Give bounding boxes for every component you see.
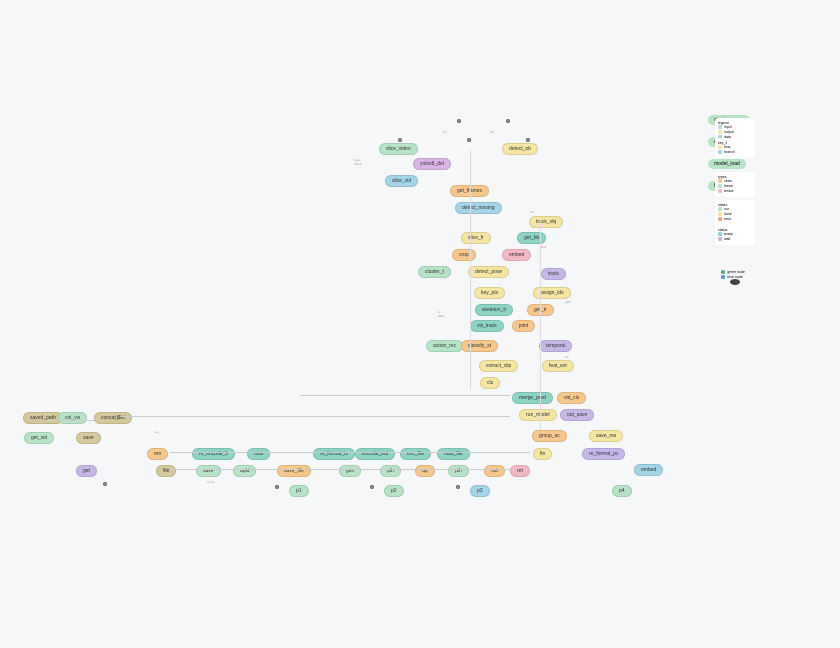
- node[interactable]: slice_video: [379, 143, 418, 155]
- node[interactable]: file: [156, 465, 176, 477]
- node[interactable]: group_ac: [532, 430, 567, 442]
- port-dot: [457, 119, 461, 123]
- node[interactable]: p3: [470, 485, 490, 497]
- node[interactable]: embed: [634, 464, 663, 476]
- node[interactable]: mux: [247, 448, 270, 460]
- node[interactable]: action_rec: [426, 340, 463, 352]
- node[interactable]: concat_vid: [94, 412, 132, 424]
- node[interactable]: pth: [380, 465, 401, 477]
- node[interactable]: col_vis: [58, 412, 87, 424]
- node[interactable]: yolov8_det: [413, 158, 451, 170]
- node[interactable]: ren: [147, 448, 168, 460]
- node[interactable]: slice_fr: [461, 232, 491, 244]
- node[interactable]: fin: [533, 448, 552, 460]
- node[interactable]: encode_out: [355, 448, 395, 460]
- node[interactable]: key_pts: [474, 287, 505, 299]
- node[interactable]: save: [196, 465, 221, 477]
- key-box: types video frame tensor: [715, 172, 755, 197]
- diagram-canvas[interactable]: slice_video yolov8_det slice_vid detect_…: [0, 0, 840, 648]
- port-dot: [103, 482, 107, 486]
- key-box: key_2 flow branch: [715, 138, 755, 158]
- node[interactable]: re_encode_fr: [192, 448, 235, 460]
- node[interactable]: skeleton_tr: [475, 304, 513, 316]
- node[interactable]: detect_moving: [455, 202, 502, 214]
- node[interactable]: vid_cls: [557, 392, 586, 404]
- node[interactable]: joint: [512, 320, 535, 332]
- node[interactable]: up: [415, 465, 435, 477]
- node[interactable]: ret: [510, 465, 530, 477]
- node[interactable]: classify_st: [461, 340, 498, 352]
- node[interactable]: save: [76, 432, 101, 444]
- node[interactable]: cluster_t: [418, 266, 451, 278]
- port-dot: [370, 485, 374, 489]
- color-key: green node blue node: [721, 270, 745, 279]
- node[interactable]: gen: [339, 465, 361, 477]
- node[interactable]: embed: [502, 249, 531, 261]
- ellipse-icon: [730, 279, 740, 285]
- node[interactable]: get_bb: [517, 232, 546, 244]
- node[interactable]: cls: [480, 377, 500, 389]
- port-dot: [275, 485, 279, 489]
- node[interactable]: get: [76, 465, 97, 477]
- key-box: status ready wait: [715, 225, 755, 245]
- node[interactable]: p2: [384, 485, 404, 497]
- node[interactable]: re_format_pc: [582, 448, 625, 460]
- node[interactable]: save_res: [589, 430, 623, 442]
- node[interactable]: enc_file: [400, 448, 431, 460]
- node[interactable]: saved_path: [23, 412, 63, 424]
- port-dot: [467, 138, 471, 142]
- node[interactable]: out: [484, 465, 505, 477]
- node[interactable]: out_save: [560, 409, 594, 421]
- node[interactable]: temporal: [539, 340, 572, 352]
- node[interactable]: crop: [452, 249, 476, 261]
- node[interactable]: merge_pred: [512, 392, 553, 404]
- node[interactable]: track_obj: [529, 216, 563, 228]
- port-dot: [456, 485, 460, 489]
- node[interactable]: re_format_ts: [313, 448, 355, 460]
- node[interactable]: p4: [612, 485, 632, 497]
- node[interactable]: extract_clip: [479, 360, 518, 372]
- node[interactable]: mux_file: [437, 448, 470, 460]
- node[interactable]: pth: [448, 465, 469, 477]
- node[interactable]: feat_ext: [542, 360, 574, 372]
- node[interactable]: get_vid: [24, 432, 54, 444]
- node[interactable]: vis_track: [470, 320, 504, 332]
- node[interactable]: detect_ob: [502, 143, 538, 155]
- node[interactable]: slice_vid: [385, 175, 418, 187]
- key-box: states run done error: [715, 200, 755, 225]
- port-dot: [398, 138, 402, 142]
- node[interactable]: detect_pose: [468, 266, 509, 278]
- port-dot: [506, 119, 510, 123]
- node[interactable]: run_model: [519, 409, 557, 421]
- node[interactable]: track: [541, 268, 566, 280]
- node[interactable]: save_file: [277, 465, 311, 477]
- port-dot: [526, 138, 530, 142]
- node[interactable]: upld: [233, 465, 256, 477]
- node[interactable]: p1: [289, 485, 309, 497]
- node[interactable]: assign_ids: [533, 287, 571, 299]
